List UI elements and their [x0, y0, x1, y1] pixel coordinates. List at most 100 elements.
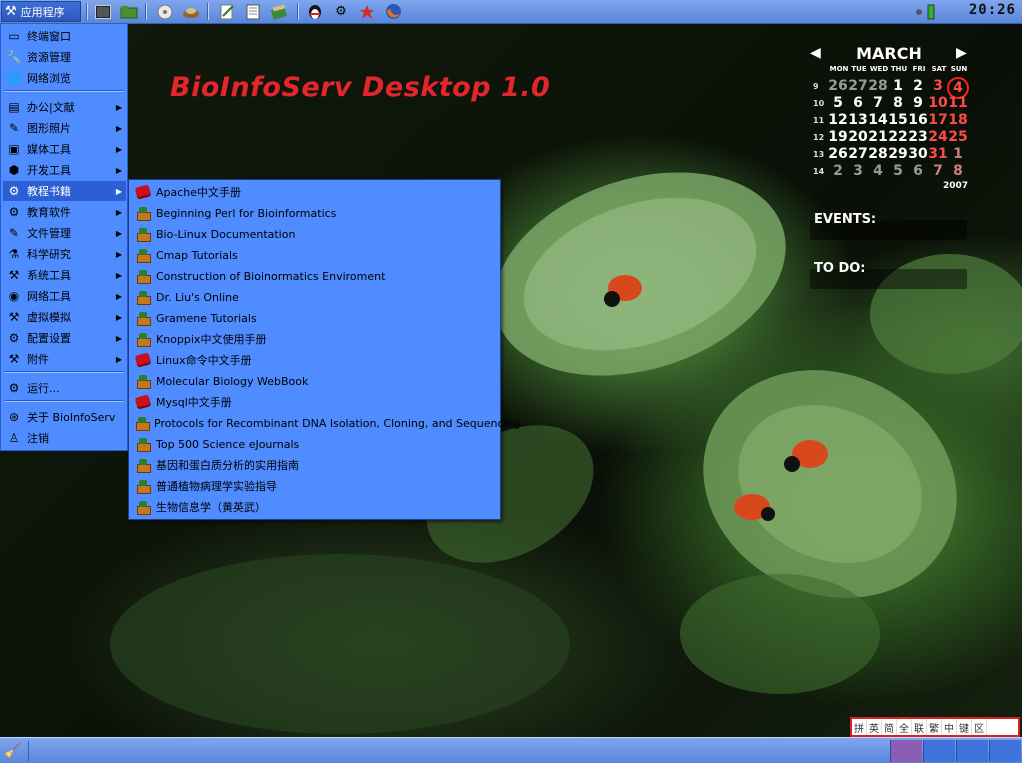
workspace-3[interactable]: [956, 740, 988, 762]
document-viewer-launcher-icon[interactable]: [243, 2, 263, 21]
calendar-day[interactable]: 23: [908, 129, 928, 145]
menu-item-1[interactable]: ▭ 终端窗口: [3, 26, 126, 46]
submenu-item-14[interactable]: 基因和蛋白质分析的实用指南: [131, 455, 499, 475]
submenu-item-7[interactable]: Gramene Tutorials: [131, 308, 499, 328]
calendar-day[interactable]: 25: [948, 129, 968, 145]
calendar-day[interactable]: 2: [908, 78, 928, 94]
package-launcher-icon[interactable]: [181, 2, 201, 21]
calendar-day[interactable]: 6: [848, 95, 868, 111]
menu-item-10[interactable]: ✎ 文件管理 ▶: [3, 223, 126, 243]
clock[interactable]: 20:26: [969, 2, 1016, 18]
network-status-icon[interactable]: [913, 2, 925, 21]
calendar-day[interactable]: 28: [868, 78, 888, 94]
calendar-day[interactable]: 9: [908, 95, 928, 111]
calendar-day[interactable]: 15: [888, 112, 908, 128]
cd-player-launcher-icon[interactable]: [155, 2, 175, 21]
ime-button[interactable]: 中: [942, 719, 957, 735]
ime-button[interactable]: 全: [897, 719, 912, 735]
calendar-day[interactable]: 5: [828, 95, 848, 111]
submenu-item-16[interactable]: 生物信息学（黄英武）: [131, 497, 499, 517]
calendar-day[interactable]: 2: [828, 163, 848, 179]
menu-item-16[interactable]: ⚒ 附件 ▶: [3, 349, 126, 369]
calendar-day[interactable]: 1: [888, 78, 908, 94]
calendar-day[interactable]: 7: [928, 163, 948, 179]
ime-button[interactable]: 繁: [927, 719, 942, 735]
menu-item-5[interactable]: ✎ 图形照片 ▶: [3, 118, 126, 138]
menu-item-19[interactable]: ♙ 注销: [3, 428, 126, 448]
menu-item-2[interactable]: 🔧 资源管理: [3, 47, 126, 67]
calendar-day[interactable]: 1: [948, 146, 968, 162]
submenu-item-5[interactable]: Construction of Bioinormatics Enviroment: [131, 266, 499, 286]
calendar-day[interactable]: 19: [828, 129, 848, 145]
firefox-launcher-icon[interactable]: [383, 2, 403, 21]
menu-item-9[interactable]: ⚙ 教育软件 ▶: [3, 202, 126, 222]
calendar-day[interactable]: 22: [888, 129, 908, 145]
menu-item-13[interactable]: ◉ 网络工具 ▶: [3, 286, 126, 306]
calendar-day[interactable]: 26: [828, 146, 848, 162]
workspace-4[interactable]: [989, 740, 1021, 762]
applications-menu-button[interactable]: ⚒ 应用程序: [1, 1, 81, 22]
calendar-day[interactable]: 21: [868, 129, 888, 145]
menu-item-6[interactable]: ▣ 媒体工具 ▶: [3, 139, 126, 159]
books-launcher-icon[interactable]: [269, 2, 289, 21]
ime-button[interactable]: 拼: [852, 719, 867, 735]
menu-item-18[interactable]: ⊛ 关于 BioInfoServ: [3, 407, 126, 427]
calendar-day[interactable]: 27: [848, 78, 868, 94]
calendar-day[interactable]: 14: [868, 112, 888, 128]
ime-button[interactable]: 简: [882, 719, 897, 735]
calendar-day[interactable]: 8: [888, 95, 908, 111]
input-method-toolbar[interactable]: 拼英简全联繁中键区: [850, 717, 1020, 737]
menu-item-15[interactable]: ⚙ 配置设置 ▶: [3, 328, 126, 348]
terminal-launcher-icon[interactable]: [93, 2, 113, 21]
submenu-item-11[interactable]: Mysql中文手册: [131, 392, 499, 412]
menu-item-8[interactable]: ⚙ 教程书籍 ▶: [3, 181, 126, 201]
qq-penguin-launcher-icon[interactable]: [305, 2, 325, 21]
submenu-item-15[interactable]: 普通植物病理学实验指导: [131, 476, 499, 496]
menu-item-3[interactable]: 🌐 网络浏览: [3, 68, 126, 88]
ime-button[interactable]: 英: [867, 719, 882, 735]
calendar-day[interactable]: 10: [928, 95, 948, 111]
calendar-day[interactable]: 20: [848, 129, 868, 145]
workspace-2[interactable]: [923, 740, 955, 762]
submenu-item-9[interactable]: Linux命令中文手册: [131, 350, 499, 370]
workspace-1[interactable]: [890, 740, 922, 762]
submenu-item-2[interactable]: Beginning Perl for Bioinformatics: [131, 203, 499, 223]
menu-item-4[interactable]: ▤ 办公|文献 ▶: [3, 97, 126, 117]
calendar-day[interactable]: 24: [928, 129, 948, 145]
gear-launcher-icon[interactable]: ⚙: [331, 2, 351, 21]
calendar-day[interactable]: 6: [908, 163, 928, 179]
submenu-item-12[interactable]: Protocols for Recombinant DNA Isolation,…: [131, 413, 521, 433]
submenu-item-13[interactable]: Top 500 Science eJournals: [131, 434, 499, 454]
calendar-day[interactable]: 12: [828, 112, 848, 128]
calendar-day[interactable]: 3: [928, 78, 948, 94]
menu-item-11[interactable]: ⚗ 科学研究 ▶: [3, 244, 126, 264]
submenu-item-3[interactable]: Bio-Linux Documentation: [131, 224, 499, 244]
menu-item-17[interactable]: ⚙ 运行...: [3, 378, 126, 398]
calendar-day[interactable]: 13: [848, 112, 868, 128]
battery-icon[interactable]: [925, 2, 937, 21]
calendar-day[interactable]: 11: [948, 95, 968, 111]
submenu-item-4[interactable]: Cmap Tutorials: [131, 245, 499, 265]
calendar-day[interactable]: 29: [888, 146, 908, 162]
calendar-day[interactable]: 18: [948, 112, 968, 128]
text-editor-launcher-icon[interactable]: [217, 2, 237, 21]
star-tool-launcher-icon[interactable]: [357, 2, 377, 21]
calendar-day[interactable]: 7: [868, 95, 888, 111]
menu-item-14[interactable]: ⚒ 虚拟模拟 ▶: [3, 307, 126, 327]
calendar-day[interactable]: 26: [828, 78, 848, 94]
submenu-item-10[interactable]: Molecular Biology WebBook: [131, 371, 499, 391]
submenu-item-1[interactable]: Apache中文手册: [131, 182, 499, 202]
calendar-day[interactable]: 3: [848, 163, 868, 179]
calendar-day[interactable]: 5: [888, 163, 908, 179]
prev-month-icon[interactable]: ◀: [810, 45, 821, 61]
next-month-icon[interactable]: ▶: [956, 45, 967, 61]
ime-button[interactable]: 联: [912, 719, 927, 735]
menu-item-7[interactable]: ⬢ 开发工具 ▶: [3, 160, 126, 180]
taskbar-window-list[interactable]: [28, 741, 886, 761]
menu-item-12[interactable]: ⚒ 系统工具 ▶: [3, 265, 126, 285]
calendar-day[interactable]: 8: [948, 163, 968, 179]
show-desktop-icon[interactable]: 🧹: [2, 741, 24, 761]
submenu-item-6[interactable]: Dr. Liu's Online: [131, 287, 499, 307]
file-manager-launcher-icon[interactable]: [119, 2, 139, 21]
calendar-day[interactable]: 16: [908, 112, 928, 128]
